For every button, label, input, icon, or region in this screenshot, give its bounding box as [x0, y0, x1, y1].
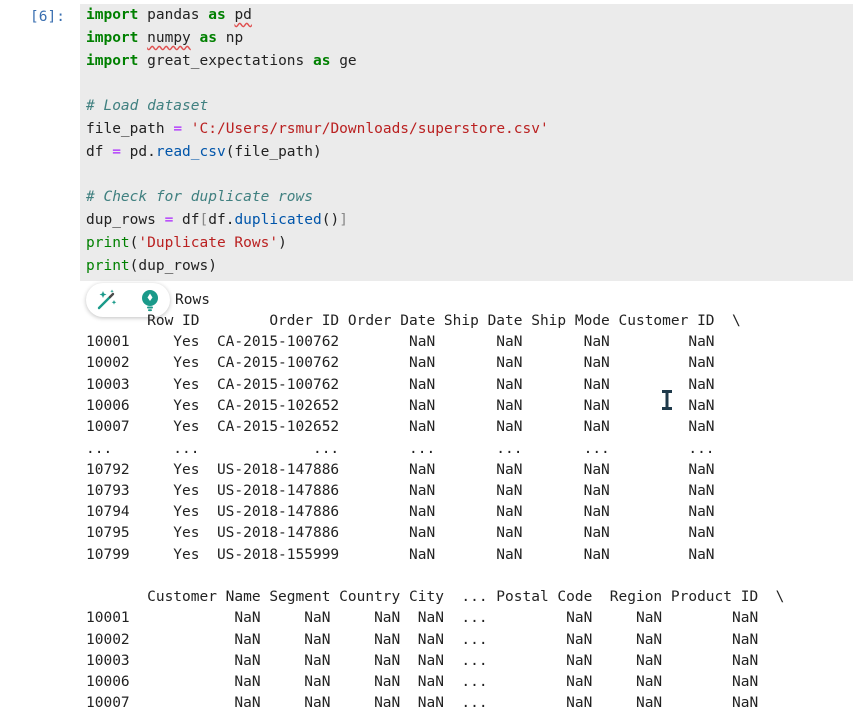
variable: df	[86, 144, 113, 160]
table-row: 10001 NaN NaN NaN NaN ... NaN NaN NaN	[86, 610, 759, 626]
table-row: 10795 Yes US-2018-147886 NaN NaN NaN NaN	[86, 525, 715, 541]
variable: dup_rows	[86, 212, 165, 228]
bracket: [	[199, 212, 209, 228]
text-cursor-icon	[661, 389, 673, 411]
magic-wand-icon[interactable]	[95, 288, 119, 312]
code-text: )	[278, 235, 287, 251]
function-name: duplicated	[234, 212, 322, 228]
table-row: 10006 NaN NaN NaN NaN ... NaN NaN NaN	[86, 674, 759, 690]
table1-header: Row ID Order ID Order Date Ship Date Shi…	[86, 313, 741, 329]
code-text: (file_path)	[225, 144, 322, 160]
code-line-2[interactable]: import numpy as np	[86, 27, 243, 50]
table2-header: Customer Name Segment Country City ... P…	[86, 589, 785, 605]
table-row: 10793 Yes US-2018-147886 NaN NaN NaN NaN	[86, 483, 715, 499]
code-text: great_expectations	[138, 53, 313, 69]
string-literal: 'Duplicate Rows'	[138, 235, 279, 251]
variable: file_path	[86, 121, 174, 137]
code-text: df	[173, 212, 200, 228]
table-row: 10007 NaN NaN NaN NaN ... NaN NaN NaN	[86, 695, 759, 711]
code-text: ()	[321, 212, 340, 228]
table-row-ellipsis: ... ... ... ... ... ... ...	[86, 441, 715, 457]
function-name: read_csv	[155, 144, 226, 160]
operator: =	[173, 121, 183, 137]
table-row: 10007 Yes CA-2015-102652 NaN NaN NaN NaN	[86, 419, 715, 435]
table-row: 10794 Yes US-2018-147886 NaN NaN NaN NaN	[86, 504, 715, 520]
builtin-function: print	[86, 235, 130, 251]
keyword: as	[199, 30, 217, 46]
module-name: numpy	[147, 30, 191, 46]
keyword: as	[208, 7, 226, 23]
code-text: (dup_rows)	[129, 258, 217, 274]
module-alias: pd	[234, 7, 252, 23]
code-line-1[interactable]: import pandas as pd	[86, 4, 252, 27]
output-title-partial: Rows	[175, 292, 210, 308]
string-literal: 'C:/Users/rsmur/Downloads/superstore.csv…	[190, 121, 549, 137]
code-text: ge	[330, 53, 357, 69]
code-text: pd.	[120, 144, 156, 160]
module-alias: np	[225, 30, 244, 46]
operator: =	[164, 212, 174, 228]
table-row: 10001 Yes CA-2015-100762 NaN NaN NaN NaN	[86, 334, 715, 350]
table-row: 10002 NaN NaN NaN NaN ... NaN NaN NaN	[86, 632, 759, 648]
code-line-9[interactable]: print('Duplicate Rows')	[86, 232, 287, 255]
code-comment-check-duplicates[interactable]: # Check for duplicate rows	[86, 186, 313, 209]
code-line-6[interactable]: df = pd.read_csv(file_path)	[86, 141, 322, 164]
table-row: 10002 Yes CA-2015-100762 NaN NaN NaN NaN	[86, 355, 715, 371]
code-line-10[interactable]: print(dup_rows)	[86, 255, 217, 278]
table-row: 10003 Yes CA-2015-100762 NaN NaN NaN NaN	[86, 377, 715, 393]
keyword: import	[86, 7, 139, 23]
keyword: import	[86, 53, 139, 69]
table-row: 10006 Yes CA-2015-102652 NaN NaN NaN NaN	[86, 398, 715, 414]
operator: =	[112, 144, 121, 160]
execution-count-prompt: [6]:	[30, 9, 65, 25]
module-name: pandas	[147, 7, 200, 23]
code-text: df.	[208, 212, 235, 228]
keyword: import	[86, 30, 139, 46]
code-comment-load-dataset[interactable]: # Load dataset	[86, 95, 208, 118]
builtin-function: print	[86, 258, 130, 274]
code-line-3[interactable]: import great_expectations as ge	[86, 50, 357, 73]
table-row: 10799 Yes US-2018-155999 NaN NaN NaN NaN	[86, 547, 715, 563]
keyword: as	[313, 53, 331, 69]
lightbulb-icon[interactable]	[138, 288, 162, 312]
table-row: 10003 NaN NaN NaN NaN ... NaN NaN NaN	[86, 653, 759, 669]
bracket: ]	[339, 212, 348, 228]
table-row: 10792 Yes US-2018-147886 NaN NaN NaN NaN	[86, 462, 715, 478]
code-line-8[interactable]: dup_rows = df[df.duplicated()]	[86, 209, 348, 232]
code-line-5[interactable]: file_path = 'C:/Users/rsmur/Downloads/su…	[86, 118, 549, 141]
